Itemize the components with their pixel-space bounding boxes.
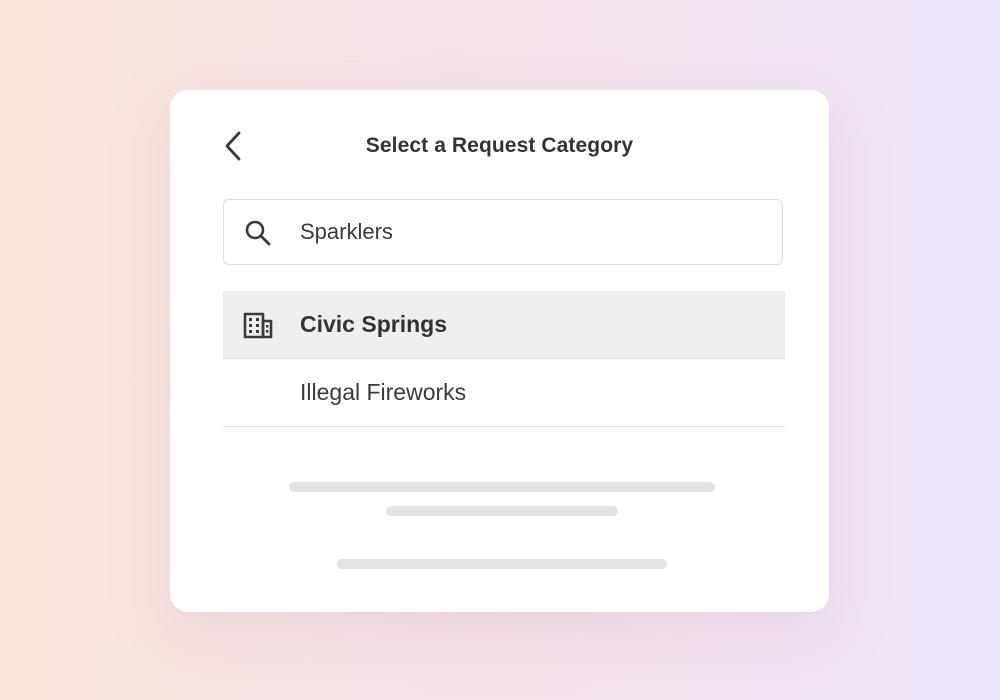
skeleton-line <box>337 559 667 569</box>
skeleton-line <box>289 482 715 492</box>
list-item-label: Illegal Fireworks <box>300 379 467 405</box>
page-title: Select a Request Category <box>365 134 634 157</box>
category-selector-card: Select a Request Category Civic Springs <box>170 90 829 612</box>
building-icon <box>243 312 273 339</box>
skeleton-line <box>386 506 618 516</box>
list-item[interactable]: Illegal Fireworks <box>223 359 785 427</box>
search-icon <box>245 220 271 246</box>
search-box[interactable] <box>223 199 783 265</box>
search-input[interactable] <box>300 200 760 263</box>
results-list: Civic Springs Illegal Fireworks <box>223 291 785 427</box>
list-item-label: Civic Springs <box>300 311 447 337</box>
list-item[interactable]: Civic Springs <box>223 291 785 359</box>
